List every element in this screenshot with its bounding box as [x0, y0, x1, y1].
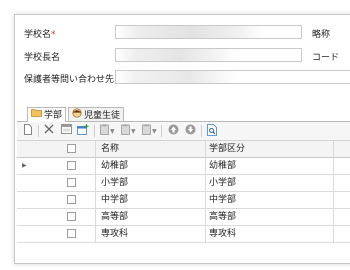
- row-checkbox[interactable]: [67, 229, 76, 238]
- chevron-down-icon[interactable]: ▼: [131, 128, 136, 135]
- guardian-contact-row: 保護者等問い合わせ先: [15, 69, 350, 87]
- current-row-indicator-icon: ▶: [22, 162, 27, 169]
- student-icon: [72, 108, 82, 123]
- table-row[interactable]: 専攻科 専攻科: [17, 226, 350, 243]
- chevron-down-icon[interactable]: ▼: [110, 128, 115, 135]
- preview-icon[interactable]: [205, 124, 219, 138]
- cell-name[interactable]: 小学部: [101, 175, 128, 191]
- school-name-label: 学校名*: [24, 30, 56, 40]
- column-header-name[interactable]: 名称: [101, 141, 119, 157]
- toolbar-separator: [161, 125, 162, 137]
- table-row[interactable]: 中学部 中学部: [17, 192, 350, 209]
- folder-icon: [31, 108, 42, 122]
- tab-students-label: 児童生徒: [84, 111, 121, 121]
- select-all-checkbox[interactable]: [67, 144, 76, 153]
- cell-category[interactable]: 幼稚部: [209, 158, 236, 174]
- clipboard-icon[interactable]: [139, 124, 153, 138]
- school-settings-window: 学校名* 略称 学校長名 コード 保護者等問い合わせ先 学部 児童生徒 ▼ ▼ …: [14, 14, 350, 264]
- cell-name[interactable]: 高等部: [101, 209, 128, 225]
- principal-label: 学校長名: [24, 53, 61, 63]
- toolbar-separator: [94, 125, 95, 137]
- table-row[interactable]: ▶ 幼稚部 幼稚部: [17, 158, 350, 175]
- cell-category[interactable]: 高等部: [209, 209, 236, 225]
- cell-name[interactable]: 中学部: [101, 192, 128, 208]
- clipboard-icon[interactable]: [118, 124, 132, 138]
- toolbar-separator: [38, 125, 39, 137]
- window-icon[interactable]: [59, 124, 73, 138]
- abbr-label: 略称: [312, 30, 331, 40]
- grid-header-row: 名称 学部区分: [17, 141, 350, 158]
- cell-name[interactable]: 専攻科: [101, 226, 128, 242]
- school-name-row: 学校名* 略称: [15, 24, 350, 42]
- department-grid: 名称 学部区分 ▶ 幼稚部 幼稚部 小学部 小学部 中学部 中学部 高等部 高等…: [17, 141, 350, 243]
- delete-icon[interactable]: [42, 124, 56, 138]
- tab-students[interactable]: 児童生徒: [68, 107, 125, 123]
- tab-department-label: 学部: [44, 110, 63, 121]
- grid-toolbar: ▼ ▼ ▼: [17, 122, 350, 141]
- cell-category[interactable]: 中学部: [209, 192, 236, 208]
- cell-category[interactable]: 専攻科: [209, 226, 236, 242]
- table-row[interactable]: 小学部 小学部: [17, 175, 350, 192]
- row-checkbox[interactable]: [67, 195, 76, 204]
- tab-department[interactable]: 学部: [27, 107, 67, 122]
- clipboard-icon[interactable]: [97, 124, 111, 138]
- column-header-category[interactable]: 学部区分: [209, 141, 245, 157]
- guardian-contact-input[interactable]: [115, 70, 350, 84]
- required-mark: *: [51, 30, 56, 40]
- principal-row: 学校長名 コード: [15, 47, 350, 65]
- row-checkbox[interactable]: [67, 178, 76, 187]
- code-label: コード: [312, 53, 340, 63]
- toolbar-separator: [201, 125, 202, 137]
- chevron-down-icon[interactable]: ▼: [152, 128, 157, 135]
- row-checkbox[interactable]: [67, 212, 76, 221]
- table-row[interactable]: 高等部 高等部: [17, 209, 350, 226]
- principal-input[interactable]: [115, 48, 302, 62]
- cell-name[interactable]: 幼稚部: [101, 158, 128, 174]
- cell-category[interactable]: 小学部: [209, 175, 236, 191]
- tab-bar: 学部 児童生徒: [17, 105, 350, 122]
- row-checkbox[interactable]: [67, 161, 76, 170]
- new-doc-icon[interactable]: [21, 124, 35, 138]
- guardian-contact-label: 保護者等問い合わせ先: [24, 75, 115, 85]
- add-row-icon[interactable]: [76, 124, 90, 138]
- arrow-up-icon[interactable]: [166, 124, 180, 138]
- arrow-down-icon[interactable]: [183, 124, 197, 138]
- school-name-input[interactable]: [115, 25, 302, 39]
